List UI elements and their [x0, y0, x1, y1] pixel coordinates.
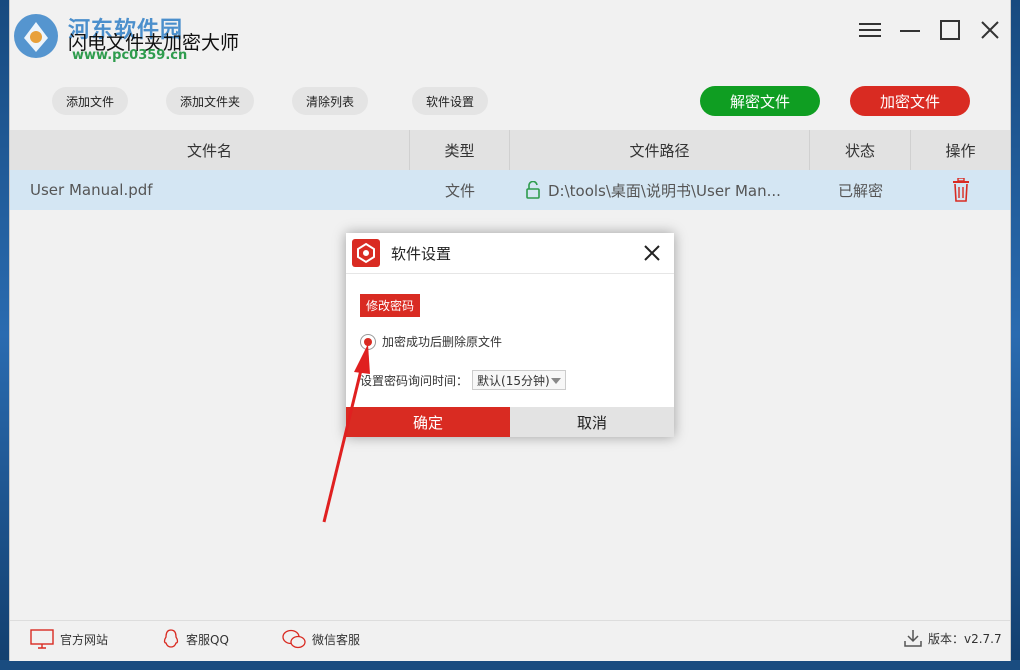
- delete-button[interactable]: [911, 170, 1010, 210]
- settings-dialog: 软件设置 修改密码 加密成功后删除原文件 设置密码询问时间： 默认(15分钟) …: [346, 233, 674, 437]
- ok-button[interactable]: 确定: [346, 407, 510, 437]
- password-interval-setting: 设置密码询问时间： 默认(15分钟): [360, 370, 567, 390]
- monitor-icon: [30, 629, 54, 649]
- delete-original-label: 加密成功后删除原文件: [382, 335, 503, 349]
- password-interval-label: 设置密码询问时间：: [360, 373, 469, 388]
- title-bar: 河东软件园 闪电文件夹加密大师 www.pc0359.cn: [10, 0, 1010, 68]
- desktop-background-left: [0, 0, 10, 670]
- unlock-icon: [526, 181, 540, 199]
- hamburger-icon: [859, 23, 881, 37]
- download-icon: [904, 630, 922, 647]
- file-status-cell: 已解密: [837, 181, 883, 200]
- minimize-icon: [900, 30, 920, 32]
- add-file-button[interactable]: 添加文件: [52, 87, 129, 115]
- qq-icon: [163, 629, 179, 648]
- menu-button[interactable]: [850, 12, 890, 48]
- wechat-support-link[interactable]: 微信客服: [282, 629, 360, 649]
- watermark-url: www.pc0359.cn: [72, 48, 188, 63]
- wechat-support-label: 微信客服: [312, 632, 361, 647]
- table-row[interactable]: User Manual.pdf 文件 D:\tools\桌面\说明书\User …: [10, 170, 1010, 210]
- column-header-action: 操作: [945, 141, 976, 160]
- minimize-button[interactable]: [890, 12, 930, 48]
- dialog-close-button[interactable]: [640, 241, 664, 265]
- qq-support-label: 客服QQ: [186, 632, 229, 647]
- close-icon: [644, 245, 660, 261]
- decrypt-button[interactable]: 解密文件: [700, 86, 820, 116]
- dialog-header: 软件设置: [346, 233, 674, 274]
- app-logo-icon: [14, 14, 58, 58]
- file-path-text: D:\tools\桌面\说明书\User Man...: [548, 181, 781, 200]
- password-interval-value: 默认(15分钟): [477, 373, 550, 388]
- table-header: 文件名 类型 文件路径 状态 操作: [10, 130, 1010, 170]
- dialog-buttons: 确定 取消: [346, 407, 674, 437]
- version-label: 版本：v2.7.7: [928, 631, 1002, 646]
- column-header-path: 文件路径: [510, 130, 810, 170]
- file-name-cell: User Manual.pdf: [30, 181, 153, 199]
- close-icon: [981, 21, 999, 39]
- file-path-cell: D:\tools\桌面\说明书\User Man...: [510, 170, 810, 210]
- delete-original-radio[interactable]: 加密成功后删除原文件: [360, 333, 502, 350]
- clear-list-button[interactable]: 清除列表: [292, 87, 369, 115]
- column-header-type: 类型: [410, 130, 510, 170]
- password-interval-select[interactable]: 默认(15分钟): [472, 370, 567, 390]
- settings-button[interactable]: 软件设置: [412, 87, 489, 115]
- desktop-background-right: [1010, 0, 1020, 670]
- wechat-icon: [282, 629, 306, 649]
- version-info[interactable]: 版本：v2.7.7: [904, 629, 1002, 647]
- footer-bar: 官方网站 客服QQ 微信客服 版本：v2.7.7: [10, 620, 1010, 661]
- file-table: 文件名 类型 文件路径 状态 操作 User Manual.pdf 文件 D:\…: [10, 130, 1010, 210]
- dialog-title: 软件设置: [391, 245, 452, 263]
- window-controls: [850, 12, 1010, 48]
- maximize-button[interactable]: [930, 12, 970, 48]
- website-link[interactable]: 官方网站: [30, 629, 108, 649]
- column-header-status: 状态: [810, 130, 911, 170]
- column-header-name: 文件名: [10, 130, 410, 170]
- radio-selected-icon: [360, 333, 376, 350]
- encrypt-button[interactable]: 加密文件: [850, 86, 970, 116]
- website-label: 官方网站: [60, 632, 109, 647]
- close-button[interactable]: [970, 12, 1010, 48]
- chevron-down-icon: [551, 378, 562, 384]
- trash-icon: [952, 178, 969, 202]
- dialog-logo-icon: [352, 239, 380, 267]
- maximize-icon: [940, 20, 960, 40]
- file-type-cell: 文件: [444, 181, 475, 200]
- qq-support-link[interactable]: 客服QQ: [162, 629, 229, 649]
- desktop-background-bottom: [0, 660, 1020, 670]
- change-password-button[interactable]: 修改密码: [360, 294, 421, 317]
- add-folder-button[interactable]: 添加文件夹: [166, 87, 255, 115]
- cancel-button[interactable]: 取消: [510, 407, 674, 437]
- toolbar: 添加文件 添加文件夹 清除列表 软件设置 解密文件 加密文件: [10, 80, 1010, 120]
